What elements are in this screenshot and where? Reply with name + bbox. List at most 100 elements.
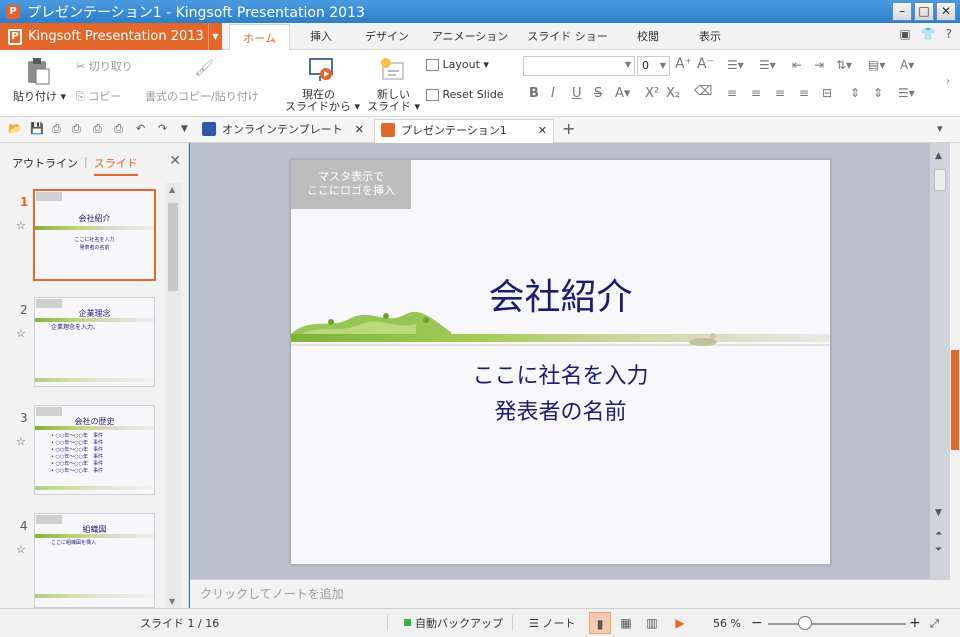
align-center-icon[interactable]: ≡ — [751, 86, 761, 100]
normal-view-icon[interactable]: ▮ — [589, 612, 611, 634]
paste-button[interactable]: 貼り付け ▾ — [13, 88, 66, 104]
from-current-slide-button[interactable]: スライドから ▾ — [285, 98, 360, 114]
tab-review[interactable]: 校閲 — [622, 23, 674, 50]
customize-quick-access-icon[interactable]: ▼ — [181, 124, 188, 134]
scrollbar-thumb[interactable] — [168, 203, 178, 291]
undo-icon[interactable]: ↶ — [136, 122, 145, 135]
slide-sorter-icon[interactable]: ▦ — [615, 612, 637, 634]
layout-button[interactable]: Layout ▾ — [426, 58, 489, 71]
text-direction-icon[interactable]: ⇅▾ — [836, 58, 852, 72]
tab-slides[interactable]: スライド — [93, 155, 138, 176]
account-icon[interactable]: ▣ — [899, 27, 910, 41]
distribute-icon[interactable]: ⊟ — [822, 86, 832, 100]
shrink-font-icon[interactable]: A⁻ — [697, 56, 714, 72]
next-slide-icon[interactable]: ⏷ — [935, 545, 942, 555]
grow-font-icon[interactable]: A⁺ — [675, 56, 692, 72]
help-icon[interactable]: ? — [946, 27, 952, 41]
slide-thumbnail-2[interactable]: 企業理念 企業理念を入力。 — [34, 297, 155, 387]
reset-slide-button[interactable]: Reset Slide — [426, 88, 504, 101]
align-left-icon[interactable]: ≡ — [727, 86, 737, 100]
previous-slide-icon[interactable]: ⏶ — [935, 529, 942, 539]
increase-indent-icon[interactable]: ⇥ — [814, 58, 824, 72]
text-effects-icon[interactable]: A▾ — [900, 58, 914, 72]
align-right-icon[interactable]: ≡ — [775, 86, 785, 100]
thumbnail-scrollbar[interactable]: ▲ ▼ — [165, 183, 181, 608]
doc-tab-online-templates[interactable]: オンラインテンプレート ✕ — [196, 119, 370, 143]
current-slide[interactable]: マスタ表示で ここにロゴを挿入 会社紹介 ここに社名を入力 発表者の名前 — [290, 159, 831, 565]
bold-icon[interactable]: B — [529, 86, 539, 101]
tab-home[interactable]: ホーム — [229, 24, 290, 51]
copy-button[interactable]: ⎘ コピー — [76, 88, 121, 104]
bullets-icon[interactable]: ☰▾ — [727, 58, 744, 72]
tab-design[interactable]: デザイン — [352, 23, 422, 50]
slide-thumbnail-3[interactable]: 会社の歴史 • ○○年～○○年 事件 • ○○年～○○年 事件 • ○○年～○○… — [34, 405, 155, 495]
export-pdf-icon[interactable]: ⎙ — [52, 122, 61, 136]
format-painter-button[interactable]: 書式のコピー/貼り付け — [145, 88, 259, 104]
font-size-select[interactable]: 0 ▼ — [637, 56, 670, 76]
italic-icon[interactable]: I — [551, 86, 555, 101]
vertical-align-icon[interactable]: ☰▾ — [898, 86, 915, 100]
scroll-up-icon[interactable]: ▲ — [169, 185, 175, 194]
cut-button[interactable]: ✂ 切り取り — [76, 58, 133, 74]
app-menu-button[interactable]: P Kingsoft Presentation 2013 ▼ — [0, 23, 222, 50]
reading-view-icon[interactable]: ▥ — [641, 612, 663, 634]
font-name-select[interactable]: ▼ — [523, 56, 635, 76]
slideshow-icon[interactable]: ▶ — [669, 612, 691, 634]
ribbon-scroll-right-icon[interactable]: › — [946, 76, 950, 87]
doc-tab-presentation1[interactable]: プレゼンテーション1 ✕ — [374, 119, 554, 143]
slide-thumbnail-4[interactable]: 組織図 ここに組織図を挿入 — [34, 513, 155, 608]
tab-list-icon[interactable]: ▾ — [937, 122, 943, 135]
notes-toggle-button[interactable]: ☰ ノート — [529, 609, 575, 637]
superscript-icon[interactable]: X² — [645, 86, 659, 101]
justify-icon[interactable]: ≡ — [799, 86, 809, 100]
minimize-button[interactable]: – — [892, 2, 912, 21]
spellcheck-icon[interactable]: ⎙ — [114, 122, 123, 136]
slide-subtitle-company[interactable]: ここに社名を入力 — [291, 358, 830, 390]
autobackup-button[interactable]: 自動バックアップ — [404, 609, 503, 637]
strikethrough-icon[interactable]: S — [594, 86, 602, 101]
chevron-down-icon[interactable]: ▼ — [208, 23, 222, 50]
open-icon[interactable]: 📂 — [8, 122, 22, 135]
scrollbar-thumb[interactable] — [934, 169, 946, 191]
tab-outline[interactable]: アウトライン — [12, 155, 78, 176]
notes-pane[interactable]: クリックしてノートを追加 — [190, 579, 950, 608]
numbering-icon[interactable]: ☰▾ — [759, 58, 776, 72]
tab-animation[interactable]: アニメーション — [426, 23, 514, 50]
slide-subtitle-presenter[interactable]: 発表者の名前 — [291, 394, 830, 426]
zoom-slider-handle[interactable] — [798, 616, 812, 630]
maximize-button[interactable]: □ — [914, 2, 934, 21]
task-pane-toggle[interactable] — [951, 350, 959, 450]
new-tab-icon[interactable]: + — [562, 119, 575, 138]
close-tab-icon[interactable]: ✕ — [355, 119, 364, 141]
zoom-out-icon[interactable]: − — [751, 609, 763, 637]
font-color-icon[interactable]: A▾ — [615, 86, 630, 101]
columns-icon[interactable]: ▤▾ — [868, 58, 885, 72]
slide-thumbnail-1[interactable]: 会社紹介 ここに社名を入力 発表者の名前 — [33, 189, 156, 281]
save-icon[interactable]: 💾 — [30, 122, 44, 135]
zoom-level[interactable]: 56 % — [713, 609, 741, 637]
scroll-down-icon[interactable]: ▼ — [169, 597, 175, 606]
underline-icon[interactable]: U — [572, 86, 582, 101]
scroll-down-icon[interactable]: ▼ — [935, 508, 942, 518]
fit-window-icon[interactable]: ⤢ — [930, 609, 939, 637]
slide-scrollbar[interactable]: ▲ ▼ ⏶ ⏷ — [930, 143, 950, 579]
subscript-icon[interactable]: X₂ — [666, 86, 680, 101]
redo-icon[interactable]: ↷ — [158, 122, 167, 135]
skin-icon[interactable]: 👕 — [921, 27, 936, 41]
zoom-slider[interactable] — [768, 623, 906, 625]
clear-format-icon[interactable]: ⌫ — [694, 84, 712, 99]
paragraph-spacing-icon[interactable]: ⇕ — [873, 86, 883, 100]
paste-icon[interactable] — [26, 57, 50, 85]
decrease-indent-icon[interactable]: ⇤ — [792, 58, 802, 72]
tab-insert[interactable]: 挿入 — [296, 23, 346, 50]
tab-view[interactable]: 表示 — [682, 23, 738, 50]
tab-slideshow[interactable]: スライド ショー — [520, 23, 615, 50]
print-icon[interactable]: ⎙ — [72, 122, 81, 136]
close-tab-icon[interactable]: ✕ — [538, 120, 547, 142]
print-preview-icon[interactable]: ⎙ — [93, 122, 102, 136]
close-button[interactable]: ✕ — [936, 2, 956, 21]
new-slide-button[interactable]: スライド ▾ — [367, 98, 420, 114]
line-spacing-icon[interactable]: ⇕ — [850, 86, 860, 100]
scroll-up-icon[interactable]: ▲ — [935, 151, 942, 161]
close-icon[interactable]: ✕ — [169, 153, 181, 169]
